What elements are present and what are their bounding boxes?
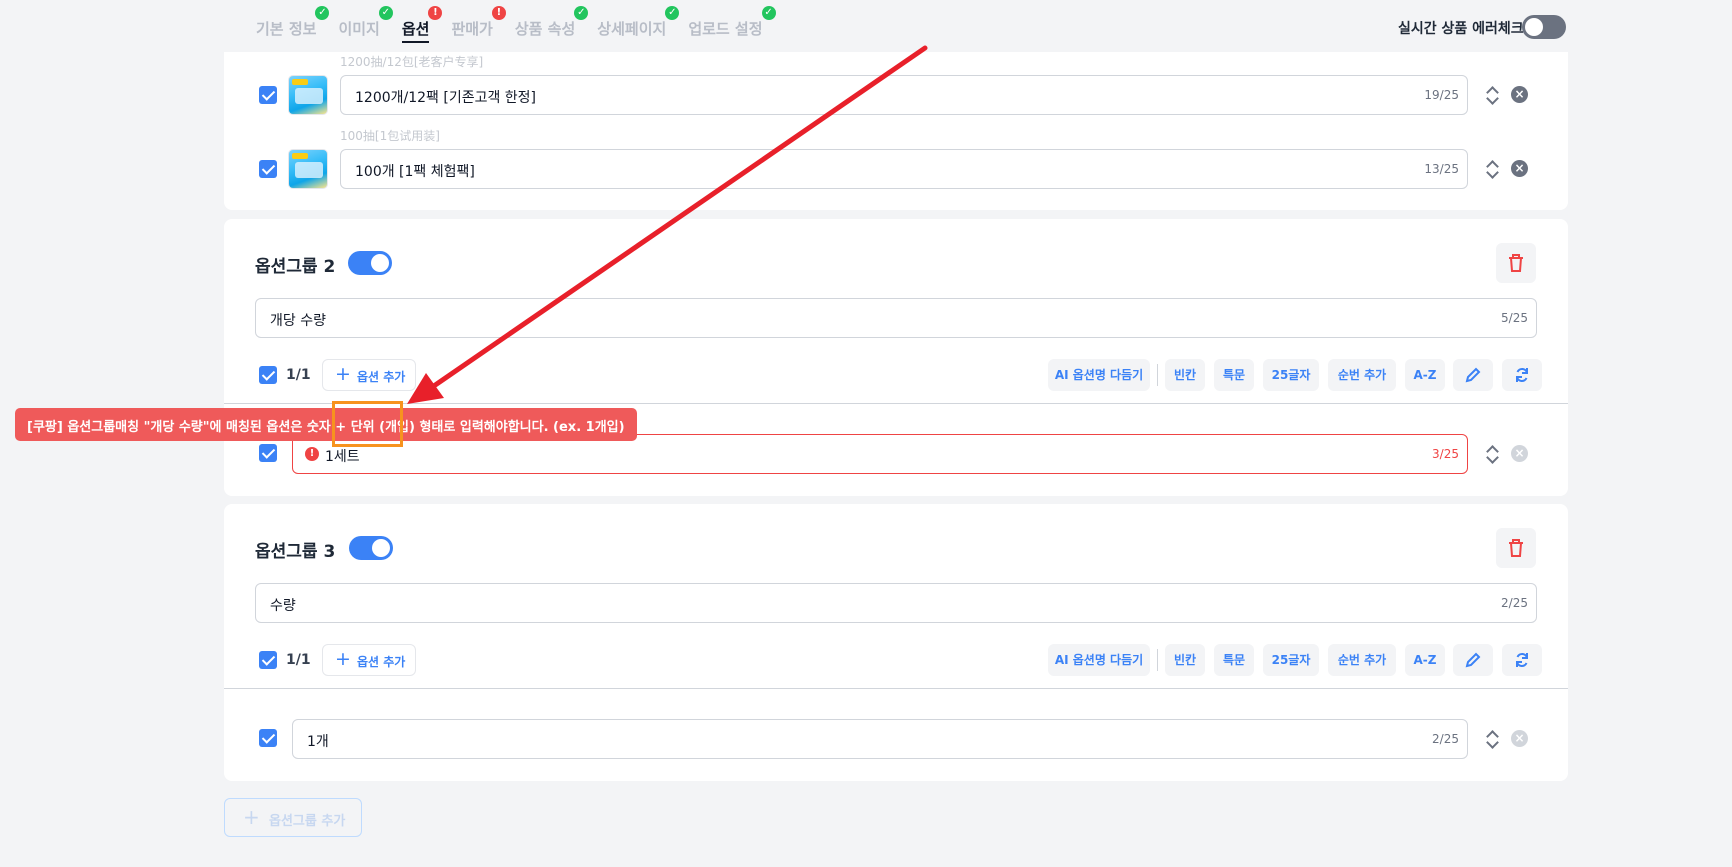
remove-option-icon[interactable]: × bbox=[1511, 160, 1528, 177]
ai-polish-button[interactable]: AI 옵션명 다듬기 bbox=[1048, 359, 1150, 391]
realtime-check-toggle[interactable] bbox=[1522, 15, 1566, 39]
remove-option-icon[interactable]: × bbox=[1511, 86, 1528, 103]
option-group-toggle[interactable] bbox=[349, 536, 393, 560]
sort-az-button[interactable]: A-Z bbox=[1405, 359, 1445, 391]
char-counter: 3/25 bbox=[1432, 447, 1459, 461]
remove-option-icon[interactable]: × bbox=[1511, 730, 1528, 747]
reorder-icon[interactable] bbox=[1485, 728, 1499, 750]
divider bbox=[224, 403, 1568, 404]
option-checkbox[interactable] bbox=[259, 86, 277, 104]
option-group-name-input[interactable]: 개당 수량 5/25 bbox=[255, 298, 1537, 338]
option-thumbnail[interactable] bbox=[288, 149, 328, 189]
option-name-input[interactable]: 1200개/12팩 [기존고객 한정] 19/25 bbox=[340, 75, 1468, 115]
trash-icon bbox=[1509, 539, 1523, 557]
option-name-input[interactable]: 1개 2/25 bbox=[292, 719, 1468, 759]
plus-icon: + bbox=[243, 805, 260, 829]
pencil-icon bbox=[1465, 367, 1481, 383]
chars25-button[interactable]: 25글자 bbox=[1263, 359, 1319, 391]
tab-detail-page[interactable]: 상세페이지 ✓ bbox=[586, 0, 680, 52]
edit-button[interactable] bbox=[1453, 359, 1493, 391]
tab-upload-settings[interactable]: 업로드 설정 ✓ bbox=[677, 0, 776, 52]
add-option-button[interactable]: + 옵션 추가 bbox=[322, 644, 417, 676]
error-icon: ! bbox=[305, 447, 319, 461]
char-counter: 5/25 bbox=[1501, 311, 1528, 325]
option-name-input[interactable]: 100개 [1팩 체험팩] 13/25 bbox=[340, 149, 1468, 189]
blank-button[interactable]: 빈칸 bbox=[1165, 644, 1205, 676]
annotation-highlight-box bbox=[332, 401, 403, 447]
trash-icon bbox=[1509, 254, 1523, 272]
selected-count: 1/1 bbox=[286, 652, 311, 668]
option-thumbnail[interactable] bbox=[288, 75, 328, 115]
toolbar-divider bbox=[1157, 364, 1158, 386]
add-sequence-button[interactable]: 순번 추가 bbox=[1328, 359, 1396, 391]
tab-images[interactable]: 이미지 ✓ bbox=[327, 0, 393, 52]
delete-group-button[interactable] bbox=[1496, 528, 1536, 568]
option-group-name-input[interactable]: 수량 2/25 bbox=[255, 583, 1537, 623]
original-option-hint: 100抽[1包试用装] bbox=[340, 129, 440, 143]
refresh-icon bbox=[1516, 652, 1528, 668]
plus-icon: + bbox=[335, 363, 351, 385]
option-group-3-card: 옵션그룹 3 수량 2/25 1/1 + 옵션 추가 AI 옵션명 다듬기 빈칸 … bbox=[224, 504, 1568, 781]
reorder-icon[interactable] bbox=[1485, 158, 1499, 180]
chars25-button[interactable]: 25글자 bbox=[1263, 644, 1319, 676]
sort-az-button[interactable]: A-Z bbox=[1405, 644, 1445, 676]
divider bbox=[224, 688, 1568, 689]
refresh-button[interactable] bbox=[1502, 359, 1542, 391]
blank-button[interactable]: 빈칸 bbox=[1165, 359, 1205, 391]
top-bar: 기본 정보 ✓ 이미지 ✓ 옵션! 판매가! 상품 속성 ✓ 상세페이지 ✓ 업로드 설… bbox=[0, 0, 1732, 52]
pencil-icon bbox=[1465, 652, 1481, 668]
tab-price[interactable]: 판매가! bbox=[440, 0, 506, 52]
select-all-checkbox[interactable] bbox=[259, 366, 277, 384]
original-option-hint: 1200抽/12包[老客户专享] bbox=[340, 55, 484, 69]
remove-option-icon[interactable]: × bbox=[1511, 445, 1528, 462]
char-counter: 13/25 bbox=[1424, 162, 1459, 176]
reorder-icon[interactable] bbox=[1485, 443, 1499, 465]
tab-attributes[interactable]: 상품 속성 ✓ bbox=[504, 0, 589, 52]
option-group-2-card: 옵션그룹 2 개당 수량 5/25 1/1 + 옵션 추가 AI 옵션명 다듬기 … bbox=[224, 219, 1568, 496]
option-checkbox[interactable] bbox=[259, 729, 277, 747]
add-option-group-button[interactable]: + 옵션그룹 추가 bbox=[224, 798, 362, 837]
option-group-title: 옵션그룹 3 bbox=[255, 542, 336, 562]
tab-options[interactable]: 옵션! bbox=[391, 0, 443, 52]
option-group-1-card: 1200抽/12包[老客户专享] 1200개/12팩 [기존고객 한정] 19/… bbox=[224, 40, 1568, 210]
selected-count: 1/1 bbox=[286, 367, 311, 383]
step-tabs: 기본 정보 ✓ 이미지 ✓ 옵션! 판매가! 상품 속성 ✓ 상세페이지 ✓ 업로드 설… bbox=[245, 0, 776, 52]
option-group-title: 옵션그룹 2 bbox=[255, 257, 336, 277]
toolbar-divider bbox=[1157, 649, 1158, 671]
plus-icon: + bbox=[335, 648, 351, 670]
delete-group-button[interactable] bbox=[1496, 243, 1536, 283]
active-tab-underline bbox=[401, 41, 430, 43]
char-counter: 2/25 bbox=[1501, 596, 1528, 610]
add-option-button[interactable]: + 옵션 추가 bbox=[322, 359, 417, 391]
check-icon: ✓ bbox=[761, 6, 776, 20]
add-sequence-button[interactable]: 순번 추가 bbox=[1328, 644, 1396, 676]
realtime-check-label: 실시간 상품 에러체크 bbox=[1398, 21, 1524, 37]
char-counter: 19/25 bbox=[1424, 88, 1459, 102]
tab-basic-info[interactable]: 기본 정보 ✓ bbox=[245, 0, 330, 52]
reorder-icon[interactable] bbox=[1485, 84, 1499, 106]
option-checkbox[interactable] bbox=[259, 444, 277, 462]
refresh-icon bbox=[1516, 367, 1528, 383]
ai-polish-button[interactable]: AI 옵션명 다듬기 bbox=[1048, 644, 1150, 676]
edit-button[interactable] bbox=[1453, 644, 1493, 676]
char-counter: 2/25 bbox=[1432, 732, 1459, 746]
special-chars-button[interactable]: 특문 bbox=[1214, 644, 1254, 676]
refresh-button[interactable] bbox=[1502, 644, 1542, 676]
select-all-checkbox[interactable] bbox=[259, 651, 277, 669]
option-checkbox[interactable] bbox=[259, 160, 277, 178]
special-chars-button[interactable]: 특문 bbox=[1214, 359, 1254, 391]
option-group-toggle[interactable] bbox=[348, 251, 392, 275]
error-tooltip: [쿠팡] 옵션그룹매칭 "개당 수량"에 매칭된 옵션은 숫자 + 단위 (개입… bbox=[15, 408, 637, 441]
